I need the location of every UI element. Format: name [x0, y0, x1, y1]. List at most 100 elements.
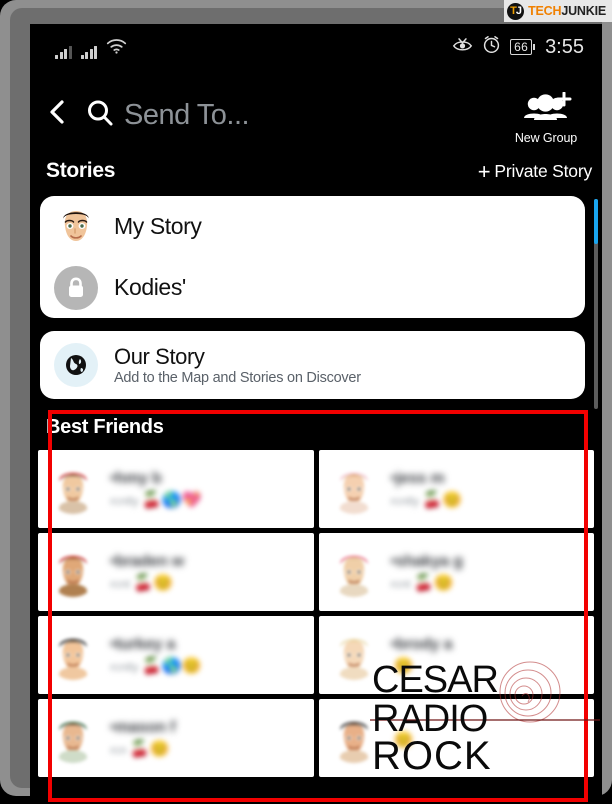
lock-icon — [54, 265, 98, 310]
add-private-story-button[interactable]: + Private Story — [477, 158, 592, 184]
friend-meta: 😊 — [391, 657, 595, 675]
best-friends-title: Best Friends — [46, 416, 164, 438]
friend-cell[interactable]: •brody a 😊 — [318, 616, 595, 694]
friend-avatar — [48, 464, 98, 514]
friend-timestamp: rcn — [110, 742, 127, 757]
friend-meta: rcnt 🍒😊 — [390, 574, 595, 592]
our-story-text-block: Our Story Add to the Map and Stories on … — [114, 344, 361, 387]
friendship-emoji-badges: 😊 — [393, 657, 414, 675]
status-bar-left — [55, 38, 127, 59]
friend-meta: rcn 🍒😊 — [110, 740, 314, 758]
friend-cell[interactable]: •braden w rcnt 🍒😊 — [38, 533, 314, 611]
friend-cell[interactable]: •shakya g rcnt 🍒😊 — [318, 533, 595, 611]
friend-meta: rcnt 🍒😊 — [110, 574, 314, 592]
techjunkie-junkie: JUNKIE — [561, 4, 606, 18]
eye-slash-icon — [452, 37, 473, 58]
friend-cell[interactable]: 😊 — [318, 699, 595, 777]
search-input[interactable] — [122, 94, 456, 136]
add-group-icon — [519, 91, 573, 129]
friend-info: •braden w rcnt 🍒😊 — [110, 553, 314, 592]
best-friends-section: Best Friends •hmy b rcntly 🍒🌎💖 •jess m rcntl… — [30, 406, 602, 804]
our-story-row[interactable]: Our Story Add to the Map and Stories on … — [40, 331, 585, 399]
friend-avatar — [48, 630, 98, 680]
friendship-emoji-badges: 🍒😊 — [422, 491, 463, 509]
techjunkie-tech: TECH — [528, 4, 562, 18]
alarm-clock-icon — [482, 35, 501, 59]
back-chevron-icon[interactable] — [46, 98, 70, 126]
search-header: New Group — [30, 80, 602, 152]
friend-timestamp: rcnt — [390, 576, 411, 591]
search-icon[interactable] — [85, 98, 115, 128]
friend-cell[interactable]: •turkey a rcntly 🍒🌎😊 — [38, 616, 314, 694]
scrollbar-thumb[interactable] — [594, 199, 598, 244]
friend-avatar — [328, 630, 379, 680]
bitmoji-avatar — [54, 204, 98, 249]
battery-tip — [533, 44, 536, 50]
friend-info: •hmy b rcntly 🍒🌎💖 — [110, 470, 314, 509]
friend-info: •turkey a rcntly 🍒🌎😊 — [110, 636, 314, 675]
friend-timestamp: rcnt — [110, 576, 131, 591]
private-story-label: Private Story — [494, 161, 592, 181]
device-frame: 66 3:55 Send To... New Group Stories + P… — [0, 0, 612, 804]
friend-name: •jess m — [390, 469, 445, 487]
our-story-subtitle: Add to the Map and Stories on Discover — [114, 369, 361, 386]
globe-icon — [54, 343, 98, 387]
friend-info: •jess m rcntly 🍒😊 — [391, 470, 595, 509]
battery-indicator: 66 — [510, 39, 536, 55]
new-group-button[interactable]: New Group — [500, 91, 592, 145]
new-group-label: New Group — [514, 131, 578, 145]
friend-name: •mason f — [110, 718, 176, 736]
story-item-label: Kodies' — [114, 274, 186, 300]
stories-section-header: Stories + Private Story — [30, 159, 602, 193]
friend-name: •brody a — [390, 635, 453, 653]
friendship-emoji-badges: 🍒🌎💖 — [141, 491, 202, 509]
friend-avatar — [48, 713, 98, 763]
friend-meta: rcntly 🍒🌎😊 — [110, 657, 314, 675]
techjunkie-wordmark: TECHJUNKIE — [528, 4, 606, 18]
friend-avatar — [48, 547, 98, 597]
friend-info: •mason f rcn 🍒😊 — [110, 719, 314, 758]
tj-mark-j: J — [515, 5, 522, 17]
story-item-my-story[interactable]: My Story — [40, 196, 585, 257]
scrollbar[interactable] — [594, 199, 598, 409]
friends-grid: •hmy b rcntly 🍒🌎💖 •jess m rcntly 🍒😊 •braden wr… — [38, 450, 594, 777]
techjunkie-watermark: TJ TECHJUNKIE — [504, 0, 612, 22]
friend-cell[interactable]: •hmy b rcntly 🍒🌎💖 — [38, 450, 314, 528]
signal-bars-icon — [80, 44, 97, 59]
friend-info: •brody a 😊 — [391, 636, 595, 675]
status-bar: 66 3:55 — [30, 24, 602, 74]
our-story-title: Our Story — [114, 343, 205, 369]
friendship-emoji-badges: 🍒😊 — [133, 574, 173, 592]
wifi-icon — [106, 38, 127, 59]
friendship-emoji-badges: 🍒🌎😊 — [141, 657, 202, 675]
friend-timestamp: rcntly — [110, 493, 139, 508]
friendship-emoji-badges: 🍒😊 — [413, 574, 454, 592]
signal-bars-icon — [55, 44, 72, 59]
friend-info: •shakya g rcnt 🍒😊 — [391, 553, 595, 592]
friend-meta: rcntly 🍒🌎💖 — [110, 491, 314, 509]
story-item-kodies[interactable]: Kodies' — [40, 257, 585, 318]
status-bar-clock: 3:55 — [545, 35, 584, 58]
phone-screen: 66 3:55 Send To... New Group Stories + P… — [30, 24, 602, 804]
friend-name: •braden w — [110, 552, 185, 570]
techjunkie-logo-icon: TJ — [507, 2, 525, 20]
friend-info: 😊 — [391, 728, 595, 749]
stories-title: Stories — [46, 159, 116, 182]
battery-level-text: 66 — [510, 39, 533, 55]
story-item-label: My Story — [114, 213, 202, 239]
friendship-emoji-badges: 🍒😊 — [129, 740, 170, 758]
friend-meta: rcntly 🍒😊 — [390, 491, 595, 509]
our-story-card[interactable]: Our Story Add to the Map and Stories on … — [40, 331, 585, 399]
my-story-card: My Story Kodies' — [40, 196, 585, 318]
device-bezel: 66 3:55 Send To... New Group Stories + P… — [10, 8, 602, 804]
friend-name: •turkey a — [110, 635, 176, 653]
friend-name: •hmy b — [110, 469, 162, 487]
plus-icon: + — [477, 158, 491, 184]
friend-timestamp: rcntly — [390, 493, 420, 508]
friend-cell[interactable]: •mason f rcn 🍒😊 — [38, 699, 314, 777]
friend-cell[interactable]: •jess m rcntly 🍒😊 — [318, 450, 595, 528]
friend-avatar — [328, 547, 379, 597]
friendship-emoji-badges: 😊 — [393, 731, 414, 749]
friend-timestamp: rcntly — [110, 659, 139, 674]
status-bar-right: 66 3:55 — [452, 35, 584, 59]
